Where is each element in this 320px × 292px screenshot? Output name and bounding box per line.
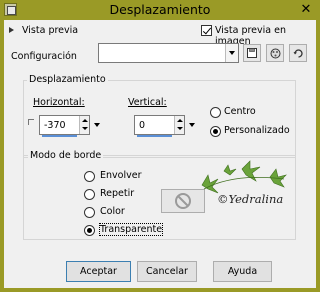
offset-group-title: Desplazamiento [27,74,108,85]
chevron-down-icon[interactable] [225,44,238,62]
repeat-radio[interactable] [84,189,95,200]
window-title: Desplazamiento [109,2,211,17]
cancel-button[interactable]: Cancelar [137,261,197,282]
watermark-text: ©Yedralina [217,192,284,206]
wrap-label[interactable]: Envolver [100,170,141,181]
vertical-focus-underline [137,135,172,137]
horizontal-value[interactable]: -370 [44,120,66,131]
dialog-window: Desplazamiento ✕ Vista previa Vista prev… [0,0,320,292]
vertical-updown[interactable] [174,116,184,134]
expand-preview-icon[interactable] [9,27,14,33]
arrow-up-icon[interactable] [82,119,88,122]
presets-button[interactable] [266,44,284,62]
vertical-value[interactable]: 0 [139,120,145,131]
horizontal-focus-underline [42,135,77,137]
vertical-dropdown-icon[interactable] [188,115,197,135]
reset-icon [293,49,303,58]
center-radio[interactable] [210,107,221,118]
preview-toggle-label[interactable]: Vista previa [22,25,78,36]
edge-mode-group-title: Modo de borde [28,150,104,161]
horizontal-stepper[interactable]: -370 [39,115,90,137]
arrow-up-icon[interactable] [177,119,183,122]
config-select[interactable] [98,43,239,63]
horizontal-updown[interactable] [79,116,89,134]
ok-button[interactable]: Aceptar [66,261,131,282]
color-label[interactable]: Color [100,206,125,217]
config-label: Configuración [11,51,77,62]
close-button[interactable]: ✕ [292,0,320,19]
horizontal-label: Horizontal: [33,97,85,108]
custom-label[interactable]: Personalizado [224,125,290,136]
arrow-down-icon[interactable] [82,127,88,130]
wrap-radio[interactable] [84,171,95,182]
dialog-client-area: Vista previa Vista previa en imagen Conf… [4,20,316,288]
help-button[interactable]: Ayuda [213,261,272,282]
presets-icon [270,48,280,59]
link-bracket [28,119,34,125]
image-preview-checkbox[interactable] [201,25,212,36]
color-radio[interactable] [84,207,95,218]
arrow-down-icon[interactable] [177,127,183,130]
horizontal-dropdown-icon[interactable] [93,115,102,135]
reset-button[interactable] [289,44,307,62]
center-label[interactable]: Centro [224,106,256,117]
title-bar[interactable]: Desplazamiento ✕ [0,0,320,20]
preview-row: Vista previa Vista previa en imagen [4,20,316,47]
custom-radio[interactable] [210,126,221,137]
vertical-stepper[interactable]: 0 [134,115,185,137]
save-preset-button[interactable] [243,44,261,62]
save-icon [247,48,257,58]
repeat-label[interactable]: Repetir [100,188,134,199]
transparent-radio[interactable] [84,225,95,236]
vertical-label: Vertical: [128,97,167,108]
transparent-label[interactable]: Transparente [98,223,164,236]
